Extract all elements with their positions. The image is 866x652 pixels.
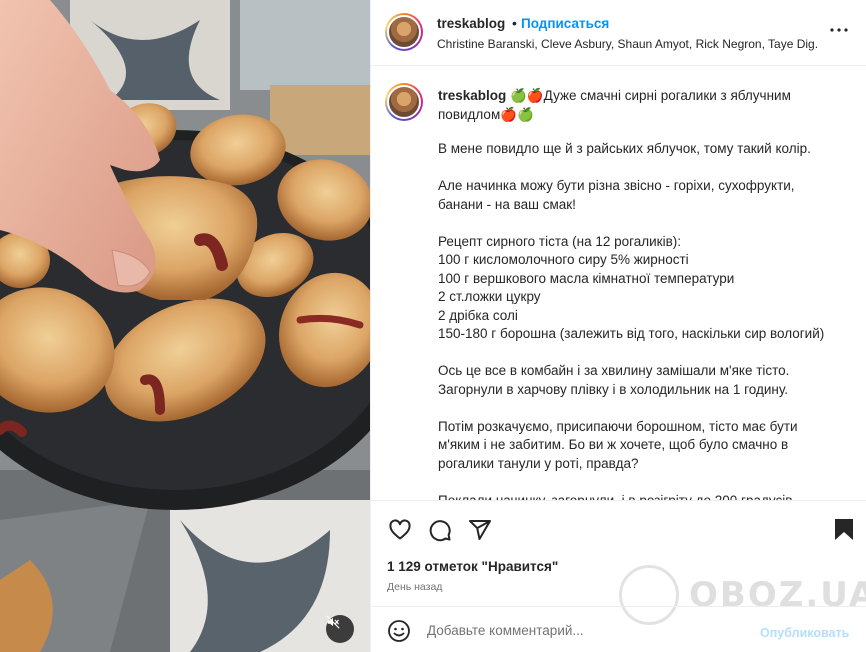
tagged-users[interactable]: Christine Baranski, Cleve Asbury, Shaun … — [437, 37, 817, 51]
separator-dot: • — [512, 15, 517, 31]
caption-line: 2 ст.ложки цукру — [438, 289, 541, 304]
caption-line: Рецепт сирного тіста (на 12 рогаликів): — [438, 233, 681, 249]
caption-gap — [438, 214, 858, 233]
comment-bar: Опубликовать — [371, 606, 866, 652]
mute-icon — [326, 615, 340, 629]
heart-icon — [389, 519, 411, 540]
action-bar: 1 129 отметок "Нравится" День назад — [371, 500, 866, 606]
caption-line: Потім розкачуємо, присипаючи борошном, т… — [438, 418, 798, 434]
caption-headline: treskablog 🍏🍎Дуже смачні сирні рогалики … — [438, 86, 838, 124]
like-button[interactable] — [387, 517, 413, 543]
save-button[interactable] — [831, 517, 857, 543]
mute-button[interactable] — [326, 615, 354, 643]
caption-gap — [438, 399, 858, 418]
caption-line: 2 дрібка солі — [438, 307, 518, 323]
caption-line: Ось це все в комбайн і за хвилину заміша… — [438, 363, 790, 378]
comment-icon — [429, 520, 451, 542]
caption-line: м'яким і не забитим. Бо ви ж хочете, щоб… — [438, 437, 789, 452]
caption-line: рогалики танули у роті, правда? — [438, 455, 639, 471]
likes-count[interactable]: 1 129 отметок "Нравится" — [387, 559, 558, 574]
paper-plane-icon — [469, 520, 491, 540]
caption-line: Але начинка можу бути різна звісно - гор… — [438, 178, 795, 193]
caption-gap — [438, 344, 858, 363]
caption-username[interactable]: treskablog — [438, 88, 506, 103]
caption-gap — [438, 159, 858, 178]
emoji-button[interactable] — [387, 619, 411, 643]
caption-line: 150-180 г борошна (залежить від того, на… — [438, 326, 825, 341]
caption-line: В мене повидло ще й з райських яблучок, … — [438, 141, 811, 156]
caption-gap — [438, 473, 858, 492]
author-avatar[interactable] — [385, 13, 423, 51]
comment-button[interactable] — [427, 517, 453, 543]
post-time[interactable]: День назад — [387, 581, 442, 593]
pastry-photo — [0, 0, 370, 652]
post-media[interactable] — [0, 0, 370, 652]
bookmark-icon — [835, 519, 853, 540]
comment-input[interactable] — [427, 617, 747, 643]
caption-line: 100 г кисломолочного сиру 5% жирності — [438, 252, 689, 267]
caption-line: Поклали начинку, загорнули, і в розігріт… — [438, 492, 793, 501]
caption-line: банани - на ваш смак! — [438, 196, 576, 212]
share-button[interactable] — [467, 517, 493, 543]
post-header: treskablog • Подписаться Christine Baran… — [371, 0, 866, 66]
author-username[interactable]: treskablog — [437, 16, 505, 31]
post-panel: treskablog • Подписаться Christine Baran… — [370, 0, 866, 652]
post-comment-button[interactable]: Опубликовать — [760, 626, 849, 640]
caption-area[interactable]: treskablog 🍏🍎Дуже смачні сирні рогалики … — [371, 67, 866, 500]
more-options-icon[interactable] — [827, 18, 851, 42]
caption-body: В мене повидло ще й з райських яблучок, … — [438, 140, 858, 500]
caption-line: Загорнули в харчову плівку і в холодильн… — [438, 381, 788, 397]
smiley-icon — [388, 620, 410, 642]
caption-avatar[interactable] — [385, 83, 423, 121]
caption-line: 100 г вершкового масла кімнатної темпера… — [438, 270, 735, 286]
follow-button[interactable]: Подписаться — [521, 16, 609, 31]
